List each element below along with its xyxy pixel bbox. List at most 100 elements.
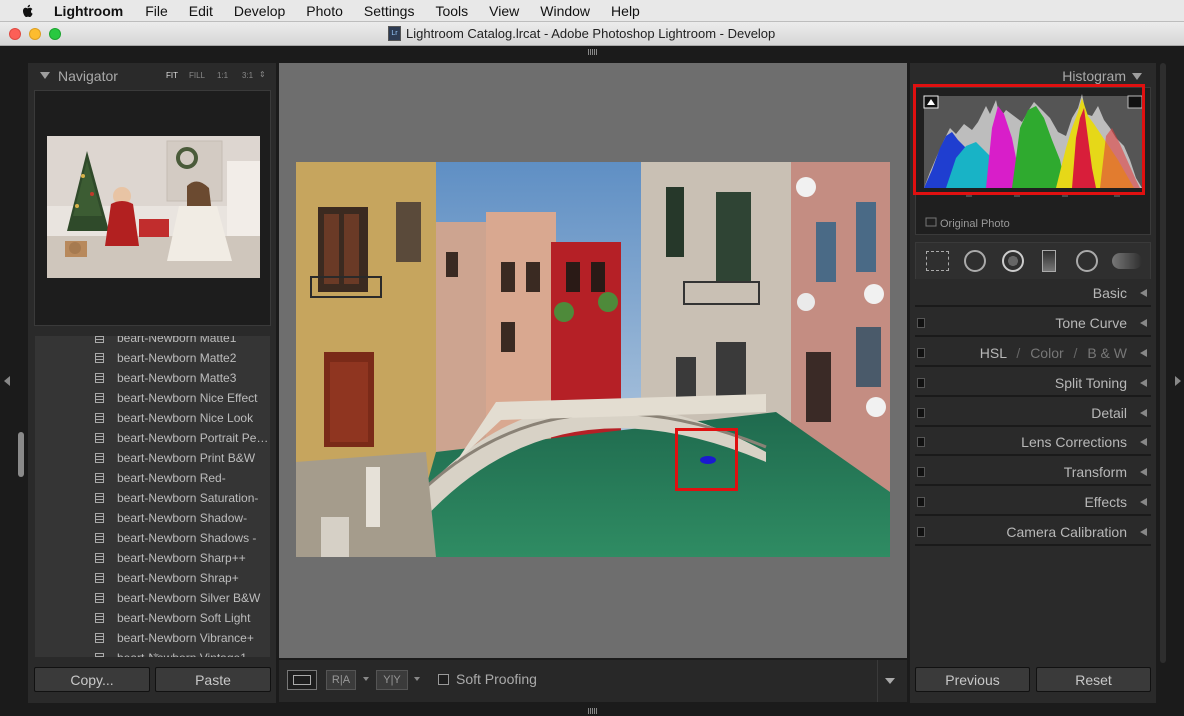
- highlight-water-region: [675, 428, 738, 491]
- right-panel-toggle-icon[interactable]: [1175, 376, 1181, 386]
- panel-toggle-switch[interactable]: [917, 318, 925, 328]
- section-camera-calibration[interactable]: Camera Calibration: [915, 518, 1151, 546]
- section-basic[interactable]: Basic: [915, 279, 1151, 307]
- preset-item[interactable]: beart-Newborn Print B&W: [35, 448, 270, 468]
- preset-label: beart-Newborn Matte2: [117, 351, 237, 365]
- expand-arrow-icon[interactable]: [1140, 289, 1147, 297]
- before-after-swap-button[interactable]: Y|Y: [376, 670, 408, 690]
- panel-toggle-switch[interactable]: [917, 437, 925, 447]
- zoom-stepper-icon[interactable]: ⇕: [259, 70, 266, 79]
- preset-item[interactable]: beart-Newborn Shadows -: [35, 528, 270, 548]
- expand-arrow-icon[interactable]: [1140, 528, 1147, 536]
- adjustment-brush-icon[interactable]: [1112, 253, 1142, 269]
- preset-item[interactable]: beart-Newborn Shadow-: [35, 508, 270, 528]
- zoom-1-1[interactable]: 1:1: [217, 71, 228, 80]
- paste-button[interactable]: Paste: [155, 667, 271, 692]
- preset-item[interactable]: beart-Newborn Portrait Pe…: [35, 428, 270, 448]
- panel-toggle-switch[interactable]: [917, 408, 925, 418]
- zoom-3-1[interactable]: 3:1: [242, 71, 253, 80]
- section-transform[interactable]: Transform: [915, 458, 1151, 486]
- swap-dropdown-icon[interactable]: [414, 677, 420, 681]
- menu-develop[interactable]: Develop: [234, 3, 285, 19]
- preset-item[interactable]: beart-Newborn Matte2: [35, 348, 270, 368]
- menu-settings[interactable]: Settings: [364, 3, 415, 19]
- color-tab[interactable]: Color: [1030, 345, 1063, 361]
- apple-icon[interactable]: [20, 3, 36, 19]
- left-panel-scrollbar[interactable]: [18, 432, 24, 477]
- panel-toggle-switch[interactable]: [917, 527, 925, 537]
- preset-item[interactable]: beart-Newborn Silver B&W: [35, 588, 270, 608]
- graduated-filter-icon[interactable]: [1042, 250, 1056, 272]
- preset-label: beart-Newborn Print B&W: [117, 451, 256, 465]
- menu-tools[interactable]: Tools: [435, 3, 468, 19]
- preset-item[interactable]: beart-Newborn Shrap+: [35, 568, 270, 588]
- histogram-header[interactable]: Histogram: [1062, 68, 1142, 84]
- menu-window[interactable]: Window: [540, 3, 590, 19]
- zoom-fit[interactable]: FIT: [166, 71, 178, 80]
- expand-arrow-icon[interactable]: [1140, 319, 1147, 327]
- expand-arrow-icon[interactable]: [1140, 468, 1147, 476]
- red-eye-icon[interactable]: [1002, 250, 1024, 272]
- preset-item[interactable]: beart-Newborn Vibrance+: [35, 628, 270, 648]
- section-detail[interactable]: Detail: [915, 399, 1151, 427]
- panel-toggle-switch[interactable]: [917, 378, 925, 388]
- before-after-lr-button[interactable]: R|A: [326, 670, 356, 690]
- preset-item[interactable]: beart-Newborn Red-: [35, 468, 270, 488]
- bw-tab[interactable]: B & W: [1087, 345, 1127, 361]
- preset-item[interactable]: beart-Newborn Nice Look: [35, 408, 270, 428]
- presets-list[interactable]: beart-Newborn Matte1 beart-Newborn Matte2…: [34, 335, 271, 658]
- main-photo[interactable]: [296, 162, 890, 557]
- navigator-thumbnail[interactable]: [47, 136, 260, 278]
- navigator-preview[interactable]: [34, 90, 271, 326]
- collapse-triangle-icon[interactable]: [1132, 72, 1142, 80]
- preset-item[interactable]: beart-Newborn Matte3: [35, 368, 270, 388]
- expand-arrow-icon[interactable]: [1140, 409, 1147, 417]
- before-after-dropdown-icon[interactable]: [363, 677, 369, 681]
- menu-file[interactable]: File: [145, 3, 168, 19]
- menu-help[interactable]: Help: [611, 3, 640, 19]
- previous-button[interactable]: Previous: [915, 667, 1030, 692]
- menu-photo[interactable]: Photo: [306, 3, 343, 19]
- section-lens-corrections[interactable]: Lens Corrections: [915, 428, 1151, 456]
- panel-toggle-switch[interactable]: [917, 467, 925, 477]
- menu-app-name[interactable]: Lightroom: [54, 3, 123, 19]
- crop-icon[interactable]: [926, 251, 949, 271]
- zoom-fill[interactable]: FILL: [189, 71, 205, 80]
- expand-arrow-icon[interactable]: [1140, 349, 1147, 357]
- panel-toggle-switch[interactable]: [917, 497, 925, 507]
- preset-item[interactable]: beart-Newborn Nice Effect: [35, 388, 270, 408]
- collapse-triangle-icon[interactable]: [40, 72, 50, 79]
- radial-filter-icon[interactable]: [1076, 250, 1098, 272]
- copy-button[interactable]: Copy...: [34, 667, 150, 692]
- preset-item[interactable]: beart-Newborn Sharp++: [35, 548, 270, 568]
- preset-item[interactable]: beart-Newborn Matte1: [35, 336, 270, 348]
- preset-label: beart-Newborn Red-: [117, 471, 226, 485]
- expand-arrow-icon[interactable]: [1140, 498, 1147, 506]
- bottom-panel-toggle[interactable]: [588, 708, 598, 714]
- section-split-toning[interactable]: Split Toning: [915, 369, 1151, 397]
- preset-item[interactable]: beart-Newborn Soft Light: [35, 608, 270, 628]
- reset-button[interactable]: Reset: [1036, 667, 1151, 692]
- menu-view[interactable]: View: [489, 3, 519, 19]
- section-hsl[interactable]: HSL / Color / B & W: [915, 339, 1151, 367]
- panel-toggle-switch[interactable]: [917, 348, 925, 358]
- scroll-down-icon[interactable]: [153, 654, 159, 657]
- spot-removal-icon[interactable]: [964, 250, 986, 272]
- close-window-button[interactable]: [9, 28, 21, 40]
- minimize-window-button[interactable]: [29, 28, 41, 40]
- navigator-header[interactable]: Navigator FIT FILL 1:1 3:1 ⇕: [28, 63, 276, 87]
- expand-arrow-icon[interactable]: [1140, 438, 1147, 446]
- right-panel-scrollbar[interactable]: [1160, 63, 1166, 663]
- menu-edit[interactable]: Edit: [189, 3, 213, 19]
- toolbar-menu-icon[interactable]: [885, 678, 895, 684]
- section-effects[interactable]: Effects: [915, 488, 1151, 516]
- loupe-view-button[interactable]: [287, 670, 317, 690]
- zoom-window-button[interactable]: [49, 28, 61, 40]
- hsl-tab[interactable]: HSL: [980, 345, 1007, 361]
- section-tone-curve[interactable]: Tone Curve: [915, 309, 1151, 337]
- preset-item[interactable]: beart-Newborn Saturation-: [35, 488, 270, 508]
- expand-arrow-icon[interactable]: [1140, 379, 1147, 387]
- soft-proofing-checkbox[interactable]: [438, 674, 449, 685]
- left-panel-toggle-icon[interactable]: [4, 376, 10, 386]
- top-panel-toggle[interactable]: [588, 49, 598, 55]
